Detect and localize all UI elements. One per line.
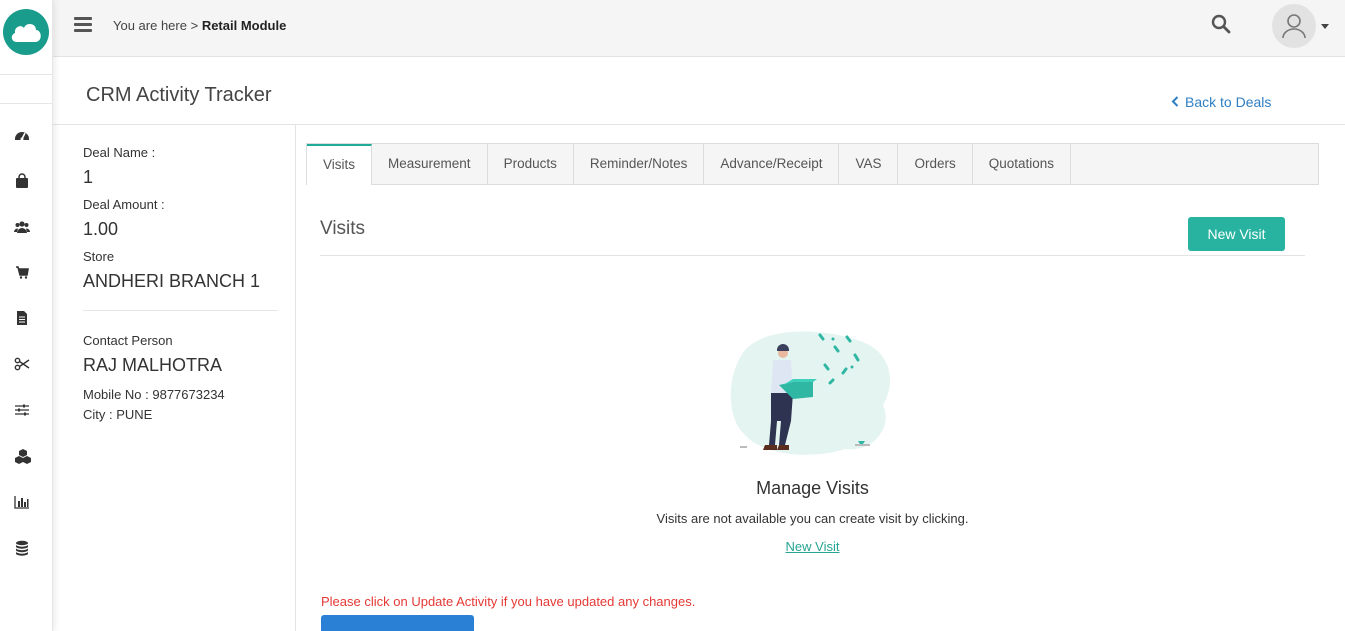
tab-vas[interactable]: VAS: [839, 144, 899, 184]
tab-products[interactable]: Products: [488, 144, 574, 184]
deal-amount-label: Deal Amount :: [83, 197, 165, 212]
contact-person-label: Contact Person: [83, 333, 173, 348]
deal-name-label: Deal Name :: [83, 145, 156, 160]
breadcrumb-current[interactable]: Retail Module: [202, 18, 287, 33]
breadcrumb: You are here > Retail Module: [113, 18, 286, 33]
top-bar: You are here > Retail Module: [53, 0, 1345, 57]
store-label: Store: [83, 249, 115, 264]
chevron-left-icon: [1171, 94, 1179, 110]
city: City : PUNE: [83, 407, 153, 422]
store-value: ANDHERI BRANCH 1: [83, 271, 261, 291]
search-icon[interactable]: [1211, 14, 1231, 39]
document-icon[interactable]: [14, 310, 30, 326]
shopping-bag-icon[interactable]: [14, 173, 30, 189]
info-divider: [83, 310, 278, 311]
hamburger-menu-icon[interactable]: [74, 17, 92, 33]
empty-state-text: Visits are not available you can create …: [656, 511, 969, 526]
cart-icon[interactable]: [14, 264, 30, 280]
tab-visits[interactable]: Visits: [307, 144, 373, 185]
contact-person-value: RAJ MALHOTRA: [83, 355, 223, 375]
deal-info-panel: Deal Name : 1 Deal Amount : 1.00 Store A…: [83, 145, 278, 425]
breadcrumb-prefix: You are here >: [113, 18, 199, 33]
cubes-icon[interactable]: [14, 448, 31, 464]
chevron-down-icon[interactable]: [1321, 24, 1329, 29]
header-divider: [53, 124, 1345, 125]
sliders-icon[interactable]: [14, 402, 30, 418]
update-activity-button[interactable]: Update Activity: [321, 615, 474, 631]
section-title: Visits: [320, 218, 366, 239]
scissors-icon[interactable]: [14, 356, 30, 372]
empty-state-title: Manage Visits: [756, 478, 869, 498]
dashboard-icon[interactable]: [14, 127, 30, 143]
tab-orders[interactable]: Orders: [898, 144, 973, 184]
activity-tabs: Visits Measurement Products Reminder/Not…: [306, 143, 1319, 185]
deal-amount-value: 1.00: [83, 219, 119, 239]
section-divider: [320, 255, 1305, 256]
new-visit-button[interactable]: New Visit: [1188, 217, 1285, 251]
tab-advance-receipt[interactable]: Advance/Receipt: [704, 144, 840, 184]
panel-divider: [295, 125, 296, 631]
bar-chart-icon[interactable]: [14, 494, 30, 510]
update-warning: Please click on Update Activity if you h…: [321, 594, 696, 609]
tab-quotations[interactable]: Quotations: [973, 144, 1072, 184]
sidebar: [0, 0, 53, 631]
avatar[interactable]: [1272, 4, 1316, 48]
tab-measurement[interactable]: Measurement: [372, 144, 488, 184]
new-visit-link[interactable]: New Visit: [760, 539, 865, 554]
page-title: CRM Activity Tracker: [86, 84, 272, 106]
rail-divider: [0, 103, 53, 104]
users-icon[interactable]: [14, 219, 30, 235]
deal-name-value: 1: [83, 167, 94, 187]
cloud-logo-icon[interactable]: [3, 9, 49, 55]
back-to-deals-link[interactable]: Back to Deals: [1171, 94, 1271, 110]
rail-divider: [0, 74, 53, 75]
back-link-label: Back to Deals: [1185, 94, 1272, 110]
mobile-number: Mobile No : 9877673234: [83, 387, 225, 402]
database-icon[interactable]: [14, 540, 30, 556]
empty-state-illustration: [725, 325, 900, 465]
tab-reminder-notes[interactable]: Reminder/Notes: [574, 144, 705, 184]
